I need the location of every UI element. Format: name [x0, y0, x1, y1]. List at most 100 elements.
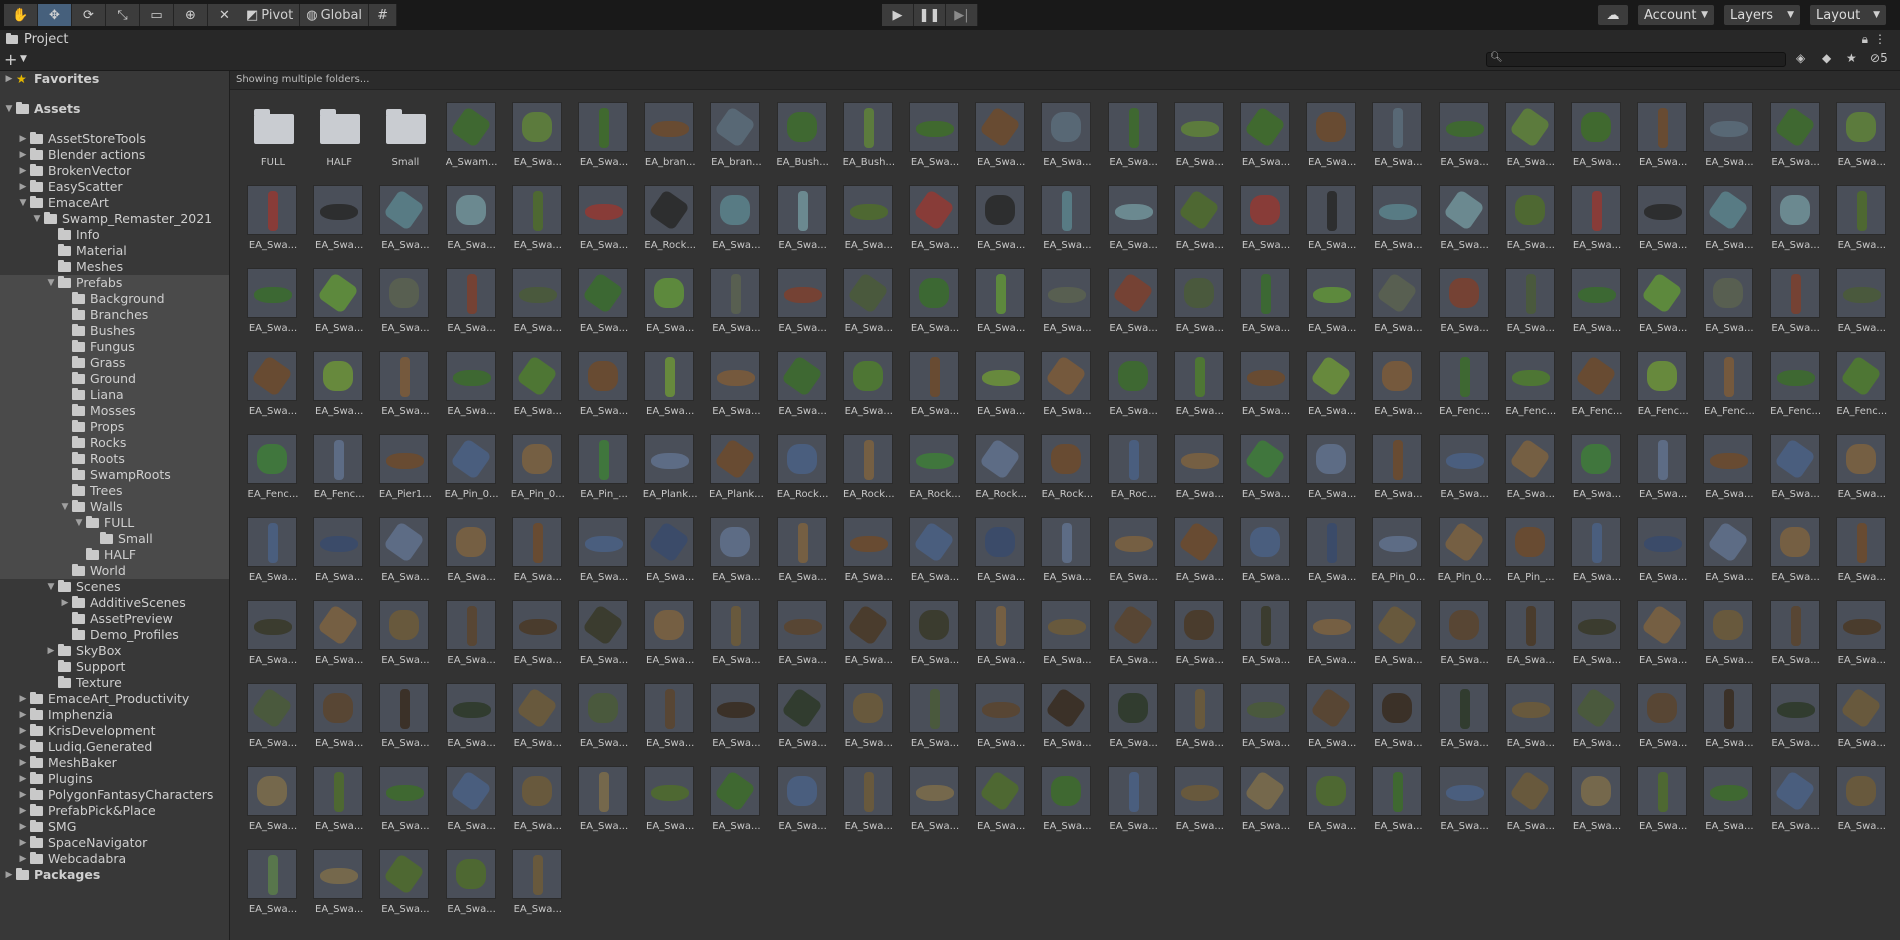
- asset-item[interactable]: EA_Swa...: [1237, 683, 1291, 765]
- asset-item[interactable]: EA_Swa...: [1171, 268, 1225, 350]
- asset-item[interactable]: EA_Swa...: [1568, 434, 1622, 516]
- asset-item[interactable]: EA_Swa...: [1105, 185, 1159, 267]
- asset-item[interactable]: EA_Bush...: [774, 102, 829, 184]
- step-icon[interactable]: ▶|: [946, 4, 978, 26]
- tree-item[interactable]: Grass: [0, 355, 229, 371]
- asset-item[interactable]: EA_Rock...: [641, 185, 696, 267]
- asset-item[interactable]: EA_Swa...: [641, 766, 695, 848]
- expand-arrow-down-icon[interactable]: ▼: [74, 515, 84, 531]
- asset-item[interactable]: EA_Swa...: [1171, 766, 1225, 848]
- expand-arrow-right-icon[interactable]: ▶: [18, 803, 28, 819]
- asset-item[interactable]: EA_Swa...: [1833, 766, 1887, 848]
- asset-item[interactable]: EA_Swa...: [707, 766, 761, 848]
- asset-item[interactable]: EA_Swa...: [972, 351, 1026, 433]
- asset-item[interactable]: EA_Swa...: [310, 268, 364, 350]
- asset-item[interactable]: EA_Pin_0...: [1369, 517, 1425, 599]
- asset-item[interactable]: EA_Swa...: [1568, 766, 1622, 848]
- asset-item[interactable]: EA_Swa...: [774, 351, 828, 433]
- asset-item[interactable]: EA_Swa...: [1171, 102, 1225, 184]
- asset-item[interactable]: EA_Swa...: [774, 600, 828, 682]
- asset-item[interactable]: EA_Fenc...: [1436, 351, 1490, 433]
- lock-icon[interactable]: 🔒︎: [1862, 32, 1874, 46]
- asset-item[interactable]: EA_Swa...: [509, 185, 563, 267]
- asset-item[interactable]: EA_Swa...: [310, 351, 364, 433]
- asset-item[interactable]: EA_Swa...: [906, 517, 960, 599]
- asset-item[interactable]: EA_Swa...: [1303, 434, 1357, 516]
- asset-item[interactable]: EA_Swa...: [840, 268, 894, 350]
- asset-item[interactable]: EA_Swa...: [774, 185, 828, 267]
- tree-item[interactable]: Bushes: [0, 323, 229, 339]
- asset-item[interactable]: EA_Swa...: [509, 683, 563, 765]
- asset-item[interactable]: EA_bran...: [641, 102, 696, 184]
- asset-item[interactable]: EA_Swa...: [1171, 351, 1225, 433]
- asset-item[interactable]: EA_Swa...: [1105, 517, 1159, 599]
- asset-item[interactable]: EA_Swa...: [310, 683, 364, 765]
- expand-arrow-right-icon[interactable]: ▶: [18, 147, 28, 163]
- expand-arrow-right-icon[interactable]: ▶: [18, 131, 28, 147]
- asset-item[interactable]: EA_Swa...: [244, 351, 298, 433]
- asset-item[interactable]: EA_Swa...: [1369, 600, 1423, 682]
- tree-item[interactable]: ▶ AssetStoreTools: [0, 131, 229, 147]
- asset-item[interactable]: EA_Swa...: [1436, 434, 1490, 516]
- asset-item[interactable]: EA_Swa...: [1833, 434, 1887, 516]
- asset-item[interactable]: EA_Swa...: [244, 766, 298, 848]
- asset-item[interactable]: EA_Swa...: [906, 102, 960, 184]
- asset-item[interactable]: EA_Swa...: [509, 517, 563, 599]
- tree-item[interactable]: ▼ FULL: [0, 515, 229, 531]
- asset-item[interactable]: EA_Swa...: [1700, 600, 1754, 682]
- asset-item[interactable]: EA_Pin_0...: [509, 434, 565, 516]
- asset-item[interactable]: EA_Swa...: [1502, 600, 1556, 682]
- asset-item[interactable]: EA_Swa...: [1369, 268, 1423, 350]
- asset-item[interactable]: EA_Swa...: [641, 268, 695, 350]
- asset-item[interactable]: A_Swam...: [443, 102, 497, 184]
- asset-item[interactable]: EA_Swa...: [575, 683, 629, 765]
- asset-item[interactable]: EA_Rock...: [1038, 434, 1093, 516]
- asset-item[interactable]: EA_Swa...: [509, 766, 563, 848]
- asset-item[interactable]: EA_Swa...: [707, 600, 761, 682]
- asset-item[interactable]: EA_Swa...: [1105, 766, 1159, 848]
- asset-item[interactable]: EA_Swa...: [1105, 268, 1159, 350]
- asset-item[interactable]: EA_Fenc...: [1568, 351, 1622, 433]
- asset-item[interactable]: EA_Swa...: [707, 185, 761, 267]
- asset-item[interactable]: EA_Swa...: [1171, 683, 1225, 765]
- asset-item[interactable]: EA_Swa...: [575, 600, 629, 682]
- asset-item[interactable]: EA_Swa...: [906, 268, 960, 350]
- asset-item[interactable]: EA_Swa...: [1369, 766, 1423, 848]
- hand-tool-icon[interactable]: ✋: [4, 4, 38, 26]
- asset-item[interactable]: EA_Swa...: [1303, 517, 1357, 599]
- asset-item[interactable]: EA_Swa...: [244, 849, 298, 931]
- asset-item[interactable]: EA_Swa...: [1369, 102, 1423, 184]
- asset-item[interactable]: EA_Rock...: [774, 434, 828, 516]
- expand-arrow-right-icon[interactable]: ▶: [18, 771, 28, 787]
- asset-item[interactable]: EA_Swa...: [1634, 600, 1688, 682]
- asset-item[interactable]: EA_Swa...: [1700, 268, 1754, 350]
- asset-item[interactable]: EA_Swa...: [1634, 185, 1688, 267]
- asset-item[interactable]: EA_Swa...: [1436, 185, 1490, 267]
- tree-item[interactable]: ▶ SpaceNavigator: [0, 835, 229, 851]
- tree-item[interactable]: ▶ Ludiq.Generated: [0, 739, 229, 755]
- asset-item[interactable]: EA_Swa...: [1502, 683, 1556, 765]
- tree-item[interactable]: Fungus: [0, 339, 229, 355]
- tree-item[interactable]: Meshes: [0, 259, 229, 275]
- asset-item[interactable]: EA_Swa...: [1767, 766, 1821, 848]
- asset-item[interactable]: EA_Swa...: [707, 517, 761, 599]
- asset-item[interactable]: EA_Swa...: [1038, 102, 1092, 184]
- play-icon[interactable]: ▶: [882, 4, 914, 26]
- asset-item[interactable]: EA_Swa...: [1038, 600, 1092, 682]
- asset-item[interactable]: EA_Swa...: [244, 185, 298, 267]
- tree-item[interactable]: ▶ MeshBaker: [0, 755, 229, 771]
- tree-item[interactable]: ▶ AdditiveScenes: [0, 595, 229, 611]
- asset-item[interactable]: EA_Swa...: [1634, 268, 1688, 350]
- scale-tool-icon[interactable]: ⤡: [106, 4, 140, 26]
- asset-item[interactable]: EA_Swa...: [1436, 600, 1490, 682]
- asset-item[interactable]: EA_Swa...: [906, 683, 960, 765]
- asset-item[interactable]: EA_Swa...: [1700, 185, 1754, 267]
- asset-item[interactable]: EA_Swa...: [1634, 102, 1688, 184]
- search-input[interactable]: [1486, 52, 1786, 67]
- asset-item[interactable]: EA_Swa...: [575, 268, 629, 350]
- tree-item[interactable]: Small: [0, 531, 229, 547]
- asset-item[interactable]: EA_Swa...: [972, 517, 1026, 599]
- tree-item[interactable]: ▶ PolygonFantasyCharacters: [0, 787, 229, 803]
- tree-item[interactable]: ▼ Swamp_Remaster_2021: [0, 211, 229, 227]
- asset-item[interactable]: EA_Swa...: [244, 683, 298, 765]
